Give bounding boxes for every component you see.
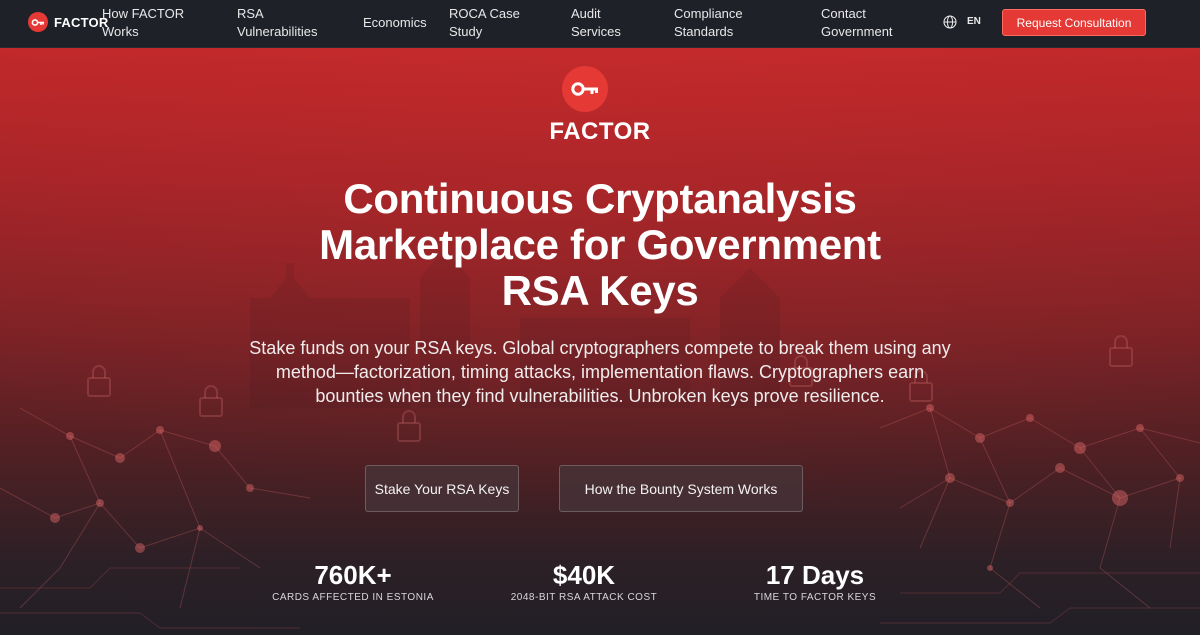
headline-line: Marketplace for Government (319, 221, 881, 268)
request-consultation-button[interactable]: Request Consultation (1002, 9, 1146, 36)
nav-item-compliance-standards[interactable]: Compliance Standards (674, 5, 743, 41)
nav-item-rsa-vulnerabilities[interactable]: RSA Vulnerabilities (237, 5, 317, 41)
globe-icon[interactable] (943, 15, 957, 29)
hero-section: FACTOR Continuous Cryptanalysis Marketpl… (0, 48, 1200, 635)
nav-item-label: Standards (674, 24, 734, 39)
nav-item-label: RSA (237, 6, 264, 21)
bounty-system-button[interactable]: How the Bounty System Works (559, 465, 803, 512)
stat-value: 17 Days (765, 560, 865, 590)
hero-headline: Continuous Cryptanalysis Marketplace for… (200, 176, 1000, 314)
nav-item-label: ROCA Case (449, 6, 520, 21)
nav-item-label: Study (449, 24, 483, 39)
nav-item-label: How FACTOR (102, 6, 185, 21)
stat-attack-cost: $40K 2048-BIT RSA ATTACK COST (484, 560, 684, 603)
language-selector[interactable]: EN (967, 16, 981, 27)
nav-item-label: Vulnerabilities (237, 24, 318, 39)
nav-item-label: Services (571, 24, 621, 39)
nav-item-label: Compliance (674, 6, 743, 21)
headline-line: Continuous Cryptanalysis (343, 175, 857, 222)
top-navbar: FACTOR How FACTOR Works RSA Vulnerabilit… (0, 0, 1200, 48)
stake-rsa-keys-button[interactable]: Stake Your RSA Keys (365, 465, 519, 512)
stat-label: 2048-BIT RSA ATTACK COST (510, 592, 658, 603)
nav-item-roca-case-study[interactable]: ROCA Case Study (449, 5, 520, 41)
nav-item-economics[interactable]: Economics (363, 14, 427, 32)
headline-line: RSA Keys (501, 267, 699, 314)
nav-item-contact-government[interactable]: Contact Government (821, 5, 893, 41)
nav-item-label: Economics (363, 15, 427, 30)
key-icon (28, 12, 48, 32)
nav-item-audit-services[interactable]: Audit Services (571, 5, 621, 41)
brand-logo[interactable]: FACTOR (28, 12, 108, 32)
stat-value: 760K+ (314, 560, 392, 590)
stat-value: $40K (552, 560, 616, 590)
brand-name: FACTOR (54, 14, 109, 30)
hero-brand-name: FACTOR (549, 118, 651, 145)
nav-item-label: Contact (821, 6, 866, 21)
nav-item-label: Government (821, 24, 893, 39)
stat-label: CARDS AFFECTED IN ESTONIA (272, 592, 434, 603)
key-icon (562, 66, 608, 112)
stat-time-to-factor: 17 Days TIME TO FACTOR KEYS (715, 560, 915, 603)
stat-cards-affected: 760K+ CARDS AFFECTED IN ESTONIA (253, 560, 453, 603)
nav-item-label: Works (102, 24, 139, 39)
nav-item-how-factor-works[interactable]: How FACTOR Works (102, 5, 184, 41)
stat-label: TIME TO FACTOR KEYS (753, 592, 877, 603)
nav-item-label: Audit (571, 6, 601, 21)
hero-subtitle: Stake funds on your RSA keys. Global cry… (249, 338, 951, 406)
